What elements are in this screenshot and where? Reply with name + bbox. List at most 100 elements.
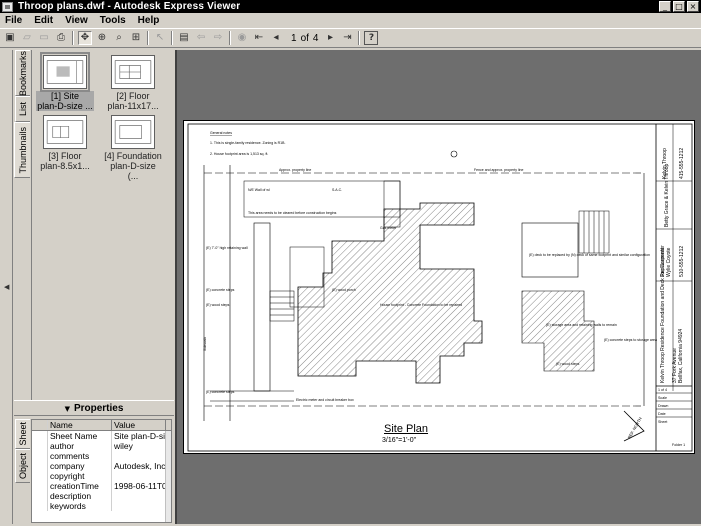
window-title: Throop plans.dwf - Autodesk Express View… (18, 1, 241, 12)
back-arrow-icon[interactable]: ⇦ (194, 31, 208, 45)
svg-text:Gas meter: Gas meter (380, 226, 397, 230)
pan-icon[interactable]: ✥ (78, 31, 92, 45)
svg-text:Drawn: Drawn (658, 404, 668, 408)
properties-scrollbar[interactable] (165, 431, 171, 522)
thumbnail-4[interactable]: [4] Foundation plan-D-size (... (104, 115, 162, 181)
save-icon[interactable]: ▭ (37, 31, 51, 45)
drawing-scale: 3/16"=1'-0" (382, 437, 417, 444)
table-row[interactable]: Sheet NameSite plan-D-size l (32, 431, 171, 441)
svg-text:(E) wood porch: (E) wood porch (332, 288, 356, 292)
svg-text:(E) 7'-0" high retaining wall: (E) 7'-0" high retaining wall (206, 246, 248, 250)
menu-view[interactable]: View (59, 15, 94, 26)
close-button[interactable]: × (687, 1, 699, 12)
column-value[interactable]: Value (112, 420, 166, 430)
collapse-left-icon[interactable]: ◀ (4, 283, 9, 291)
svg-text:Scale: Scale (658, 396, 667, 400)
svg-text:Folder 1: Folder 1 (672, 443, 685, 447)
thumbnail-label: [1] Site plan-D-size ... (36, 91, 94, 111)
autodesk-logo-icon[interactable]: ▣ (3, 31, 17, 45)
svg-text:510-555-1212: 510-555-1212 (679, 246, 685, 277)
thumbnail-label: [4] Foundation plan-D-size (... (104, 151, 162, 181)
maximize-button[interactable]: □ (673, 1, 685, 12)
column-name[interactable]: Name (48, 420, 112, 430)
help-icon[interactable]: ? (364, 31, 379, 45)
next-page-icon[interactable]: ▸ (323, 31, 337, 45)
svg-text:Electric meter and circuit bre: Electric meter and circuit breaker box (296, 398, 354, 402)
app-icon[interactable] (2, 1, 13, 12)
tab-bookmarks[interactable]: Bookmarks (15, 50, 30, 96)
svg-text:Bellfax, California 94924: Bellfax, California 94924 (678, 329, 684, 383)
page-of: of (300, 32, 309, 44)
svg-text:(E) wood steps: (E) wood steps (206, 303, 230, 307)
drawing-title: Site Plan (384, 423, 429, 435)
menu-help[interactable]: Help (132, 15, 166, 26)
thumbnail-label: [2] Floor plan-11x17... (107, 91, 159, 111)
zoom-icon[interactable]: ⊕ (95, 31, 109, 45)
svg-text:Fence and approx. property lin: Fence and approx. property line (474, 168, 523, 172)
collapse-arrow-icon[interactable]: ▼ (65, 405, 70, 413)
forward-arrow-icon[interactable]: ⇨ (211, 31, 225, 45)
svg-text:(E) wood steps: (E) wood steps (556, 362, 580, 366)
table-row[interactable]: company Autodesk, Inc. (32, 461, 171, 471)
svg-text:Wylie Coyote: Wylie Coyote (666, 247, 672, 277)
table-row[interactable]: comments (32, 451, 171, 461)
table-row[interactable]: description (32, 491, 171, 501)
svg-text:Sheet: Sheet (658, 420, 667, 424)
svg-text:S.A.C.: S.A.C. (332, 188, 342, 192)
layers-icon[interactable]: ◉ (235, 31, 249, 45)
tab-object[interactable]: Object (15, 449, 30, 483)
thumbnail-label: [3] Floor plan-8.5x1... (40, 151, 90, 171)
table-row[interactable]: keywords (32, 501, 171, 511)
svg-text:(E) concrete steps: (E) concrete steps (206, 288, 235, 292)
navigation-tabs: Bookmarks List Thumbnails (14, 50, 30, 400)
print-icon[interactable]: ⎙ (54, 31, 68, 45)
table-header: Name Value (32, 420, 171, 431)
table-row[interactable]: creationTime1998-06-11T06:5 (32, 481, 171, 491)
tab-thumbnails[interactable]: Thumbnails (14, 122, 30, 178)
menu-bar: File Edit View Tools Help (0, 13, 701, 27)
first-page-icon[interactable]: ⇤ (252, 31, 266, 45)
svg-text:415-555-1212: 415-555-1212 (679, 148, 685, 179)
last-page-icon[interactable]: ⇥ (340, 31, 354, 45)
thumbnail-image (40, 52, 90, 92)
drawing-sheet[interactable]: General notes 1. This is single-family r… (183, 120, 695, 454)
svg-text:Betty Grace & Kelvin Throop: Betty Grace & Kelvin Throop (664, 164, 670, 227)
menu-tools[interactable]: Tools (94, 15, 132, 26)
thumbnail-image (111, 115, 155, 149)
page-total: 4 (312, 32, 319, 44)
svg-text:(E) storage area and retaining: (E) storage area and retaining walls to … (546, 323, 617, 327)
open-icon[interactable]: ▱ (20, 31, 34, 45)
svg-text:1. This is single-family resid: 1. This is single-family residence. Zoni… (210, 141, 285, 145)
zoom-rectangle-icon[interactable]: ⌕ (112, 31, 126, 45)
menu-edit[interactable]: Edit (28, 15, 59, 26)
table-row[interactable]: author wiley (32, 441, 171, 451)
svg-text:(E) deck to be replaced by (N): (E) deck to be replaced by (N) deck of s… (529, 253, 650, 257)
svg-text:2. House footprint area is 1,5: 2. House footprint area is 1,513 sq. ft. (210, 152, 268, 156)
prev-page-icon[interactable]: ◂ (269, 31, 283, 45)
svg-text:This area needs to be cleared: This area needs to be cleared before con… (248, 211, 337, 215)
thumbnail-2[interactable]: [2] Floor plan-11x17... (104, 55, 162, 111)
drawing-viewer[interactable]: General notes 1. This is single-family r… (175, 50, 701, 524)
thumbnail-panel: [1] Site plan-D-size ... [2] Floor plan-11… (31, 50, 173, 400)
page-current: 1 (291, 32, 297, 44)
page-counter: 1 of 4 (289, 33, 320, 44)
properties-header[interactable]: ▼ Properties (14, 400, 174, 416)
select-icon[interactable]: ↖ (153, 31, 167, 45)
svg-text:(E) concrete steps: (E) concrete steps (206, 390, 235, 394)
svg-text:House footprint - Concrete Fou: House footprint - Concrete Foundation to… (380, 303, 462, 307)
tab-list[interactable]: List (15, 96, 30, 122)
thumbnail-3[interactable]: [3] Floor plan-8.5x1... (36, 115, 94, 171)
site-plan-drawing: General notes 1. This is single-family r… (187, 123, 693, 452)
svg-text:Date: Date (658, 412, 666, 416)
thumbnail-1[interactable]: [1] Site plan-D-size ... (36, 52, 94, 111)
svg-text:(E) concrete steps to storage: (E) concrete steps to storage area (604, 338, 657, 342)
minimize-button[interactable]: _ (659, 1, 671, 12)
tab-sheet[interactable]: Sheet (15, 419, 30, 449)
fit-to-window-icon[interactable]: ⊞ (129, 31, 143, 45)
svg-text:Kelvin Throop Residence Founda: Kelvin Throop Residence Foundation and D… (660, 247, 666, 383)
named-views-icon[interactable]: ▤ (177, 31, 191, 45)
title-bar: Throop plans.dwf - Autodesk Express View… (0, 0, 701, 13)
table-row[interactable]: copyright (32, 471, 171, 481)
menu-file[interactable]: File (0, 15, 28, 26)
thumbnail-image (111, 55, 155, 89)
